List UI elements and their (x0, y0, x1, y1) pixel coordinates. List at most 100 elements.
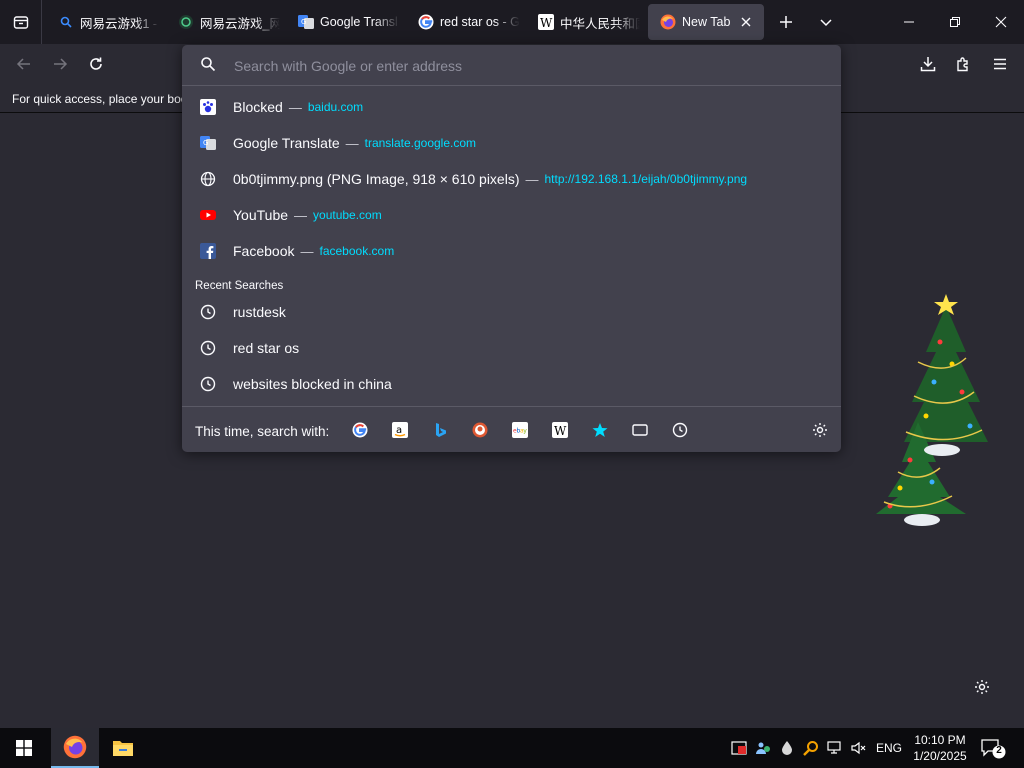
restore-button[interactable] (932, 0, 978, 44)
suggestion-separator: — (345, 135, 359, 151)
reload-icon (90, 57, 102, 70)
close-icon (995, 16, 1007, 28)
facebook-icon (200, 243, 216, 259)
close-window-button[interactable] (978, 0, 1024, 44)
engine-wikipedia-button[interactable]: W (548, 418, 572, 442)
google-translate-icon: G (298, 14, 314, 30)
suggestion-separator: — (294, 207, 308, 223)
engine-bookmarks-button[interactable] (588, 418, 612, 442)
extensions-button[interactable] (948, 48, 980, 80)
search-icon (58, 14, 74, 30)
chevron-down-icon (820, 19, 832, 27)
suggestion-separator: — (300, 243, 314, 259)
recent-search-row[interactable]: rustdesk (190, 295, 833, 329)
tab-new-tab[interactable]: New Tab (648, 4, 764, 40)
engine-amazon-button[interactable]: a (388, 418, 412, 442)
duckduckgo-icon (472, 422, 488, 438)
suggestion-row[interactable]: 0b0tjimmy.png (PNG Image, 918 × 610 pixe… (190, 162, 833, 196)
wikipedia-icon: W (552, 422, 568, 438)
taskbar-clock[interactable]: 10:10 PM 1/20/2025 (910, 732, 970, 764)
recent-search-row[interactable]: websites blocked in china (190, 367, 833, 401)
hamburger-icon (994, 58, 1006, 70)
suggestion-row[interactable]: YouTube — youtube.com (190, 198, 833, 232)
star-icon (592, 423, 608, 437)
suggestion-url: translate.google.com (364, 136, 477, 150)
engine-bing-button[interactable] (428, 418, 452, 442)
tab-red-star-os[interactable]: red star os - G (406, 4, 520, 40)
input-language[interactable]: ENG (876, 741, 902, 755)
wikipedia-icon: W (538, 14, 554, 30)
minimize-button[interactable] (886, 0, 932, 44)
clock-icon (200, 376, 216, 392)
amazon-icon: a (392, 422, 408, 438)
tab-wikipedia[interactable]: W 中华人民共和国 (526, 4, 640, 40)
google-translate-icon: G (200, 135, 216, 151)
svg-text:W: W (540, 16, 553, 30)
suggestion-row[interactable]: Facebook — facebook.com (190, 234, 833, 268)
tab-netease-1[interactable]: 网易云游戏1 - (46, 4, 160, 40)
netease-icon (178, 14, 194, 30)
suggestion-title: Google Translate (233, 135, 340, 151)
start-button[interactable] (0, 728, 48, 768)
taskbar-file-explorer[interactable] (99, 728, 147, 768)
svg-text:a: a (396, 425, 402, 436)
tab-icon (632, 424, 648, 436)
back-button[interactable] (8, 48, 40, 80)
engine-history-button[interactable] (668, 418, 692, 442)
volume-muted-icon[interactable] (850, 739, 868, 757)
suggestion-url: http://192.168.1.1/eijah/0b0tjimmy.png (544, 172, 748, 186)
arrow-left-icon (16, 58, 30, 70)
close-tab-icon[interactable] (738, 14, 754, 30)
christmas-tree-image (876, 294, 988, 526)
engine-ebay-button[interactable]: ebay (508, 418, 532, 442)
new-tab-button[interactable] (768, 4, 804, 40)
clock-icon (200, 340, 216, 356)
engine-tabs-button[interactable] (628, 418, 652, 442)
urlbar (182, 45, 841, 86)
svg-text:y: y (523, 428, 527, 435)
recent-search-text: rustdesk (233, 304, 286, 320)
search-icon (200, 56, 216, 75)
puzzle-icon (957, 57, 968, 72)
minimize-icon (904, 21, 914, 23)
taskbar-firefox[interactable] (51, 728, 99, 768)
firefox-view-icon (13, 16, 28, 29)
search-settings-button[interactable] (808, 418, 832, 442)
network-icon[interactable] (826, 739, 844, 757)
urlbar-popup: Blocked — baidu.com G Google Translate —… (182, 45, 841, 452)
engine-google-button[interactable] (348, 418, 372, 442)
suggestion-title: Facebook (233, 243, 295, 259)
windows-logo-icon (16, 740, 32, 756)
svg-text:G: G (301, 18, 306, 26)
tray-people-icon[interactable] (754, 739, 772, 757)
tray-shield-icon[interactable] (730, 739, 748, 757)
youtube-icon (200, 207, 216, 223)
clock-icon (672, 422, 688, 438)
suggestion-row[interactable]: G Google Translate — translate.google.co… (190, 126, 833, 160)
tab-google-translate[interactable]: G Google Transl (286, 4, 400, 40)
suggestion-title: Blocked (233, 99, 283, 115)
engine-duckduckgo-button[interactable] (468, 418, 492, 442)
menu-button[interactable] (984, 48, 1016, 80)
tab-netease-2[interactable]: 网易云游戏_网 (166, 4, 280, 40)
customize-newtab-button[interactable] (970, 675, 994, 699)
firefox-view-button[interactable] (0, 0, 42, 44)
suggestion-url: baidu.com (307, 100, 364, 114)
action-center-button[interactable]: 2 (980, 736, 1006, 760)
suggestion-url: youtube.com (313, 208, 382, 222)
forward-button[interactable] (44, 48, 76, 80)
recent-search-text: red star os (233, 340, 300, 356)
suggestion-row[interactable]: Blocked — baidu.com (190, 90, 833, 124)
tray-search-icon[interactable] (802, 739, 820, 757)
gear-icon (975, 680, 989, 694)
tray-drop-icon[interactable] (778, 739, 796, 757)
list-all-tabs-button[interactable] (808, 4, 844, 40)
recent-search-row[interactable]: red star os (190, 331, 833, 365)
downloads-button[interactable] (912, 48, 944, 80)
urlbar-input[interactable] (232, 54, 816, 78)
clock-date: 1/20/2025 (913, 749, 967, 763)
reload-button[interactable] (80, 48, 112, 80)
ebay-icon: ebay (512, 422, 528, 438)
globe-icon (200, 171, 216, 187)
plus-icon (780, 16, 792, 28)
